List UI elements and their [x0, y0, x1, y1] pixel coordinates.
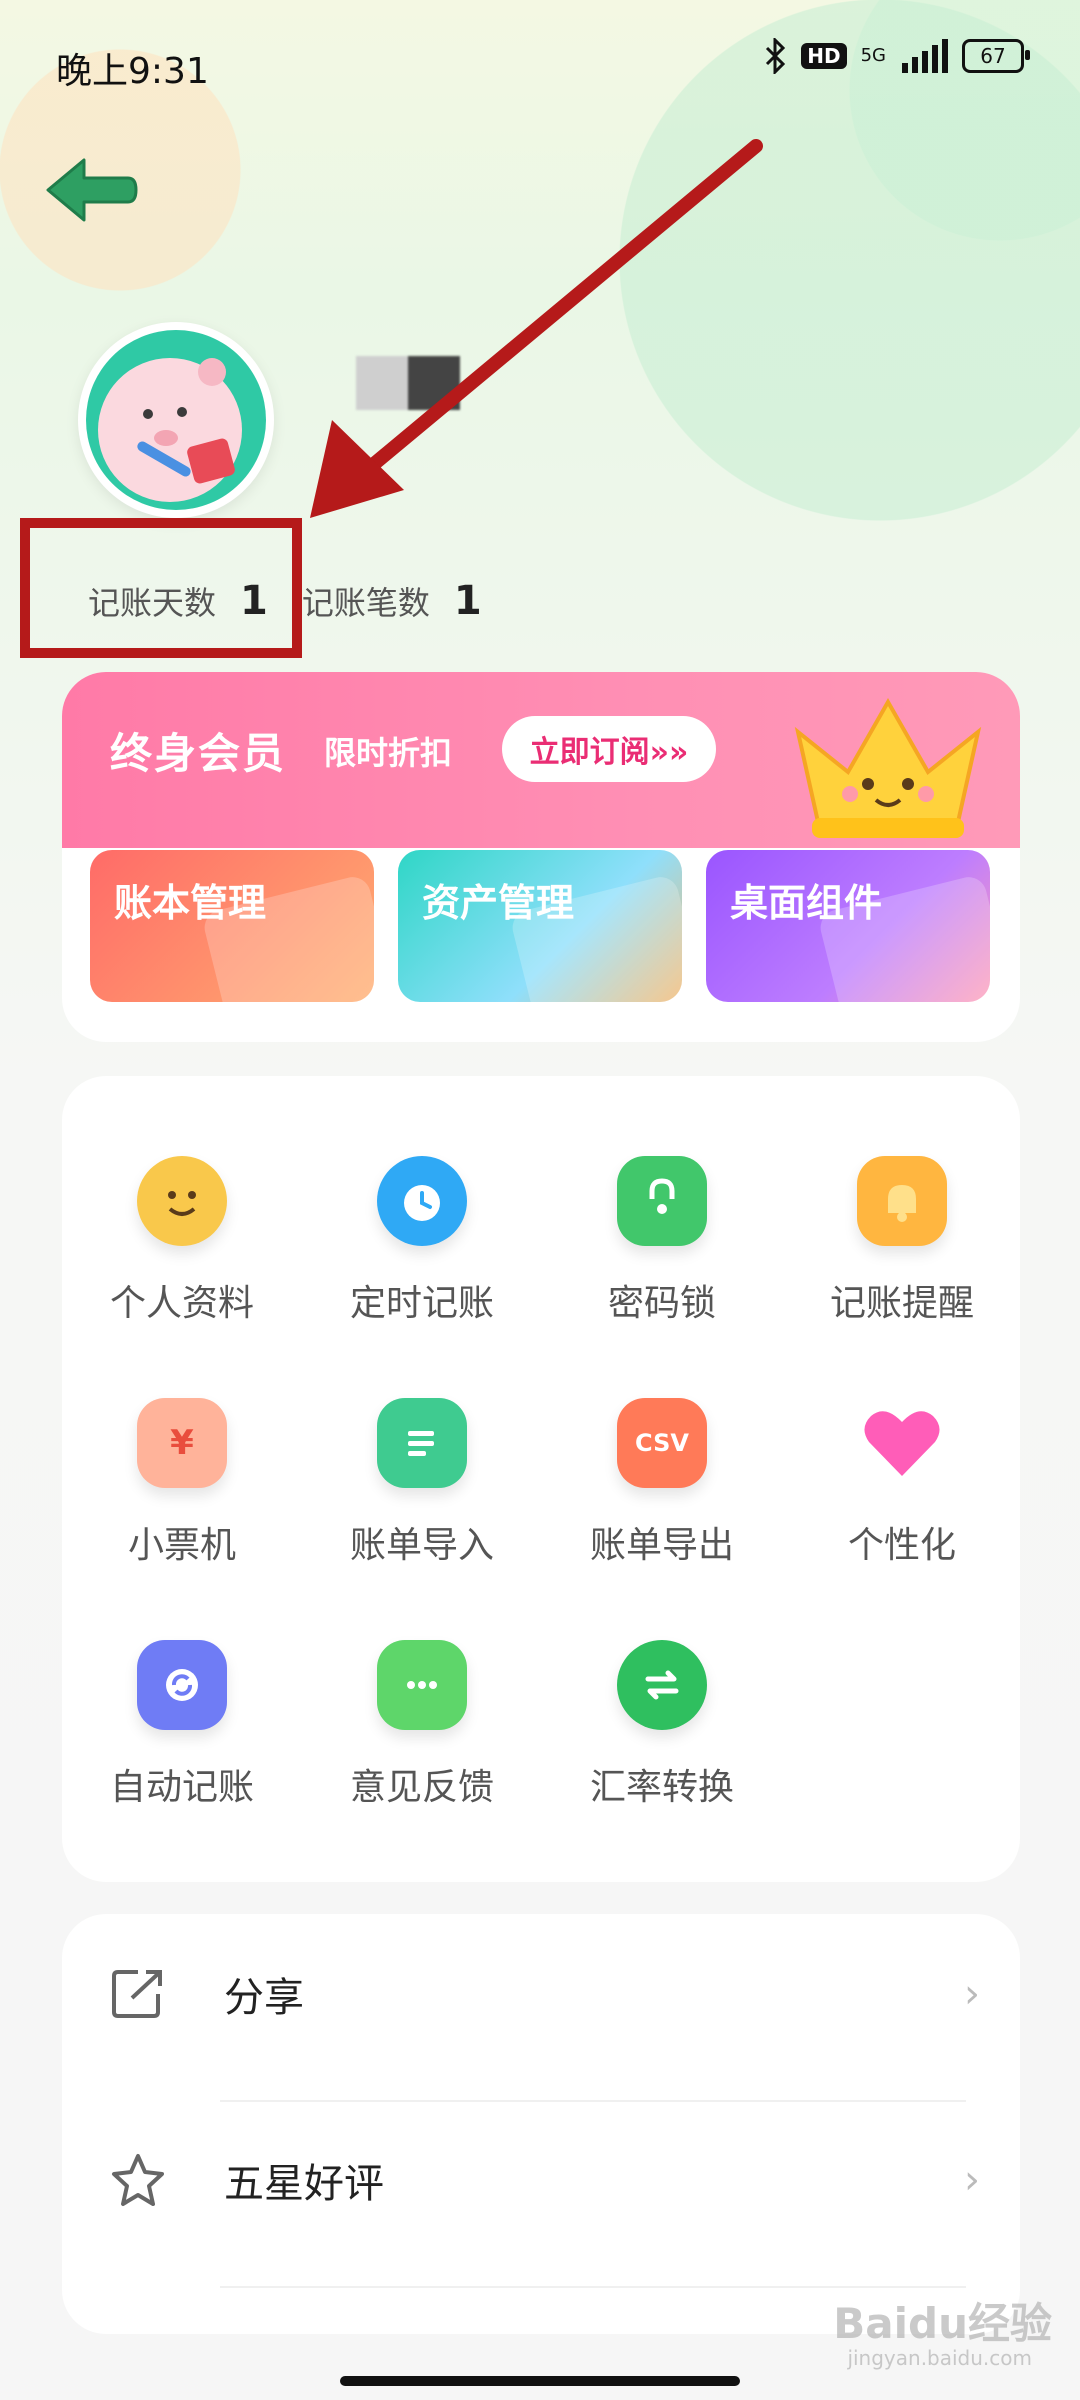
grid-item-bill-export[interactable]: CSV 账单导出 — [542, 1398, 782, 1568]
annotation-arrow-icon — [310, 139, 763, 518]
membership-discount: 限时折扣 — [324, 734, 453, 772]
grid-item-scheduled[interactable]: 定时记账 — [302, 1156, 542, 1326]
grid-item-personalize[interactable]: 个性化 — [782, 1398, 1022, 1568]
grid-item-label: 小票机 — [127, 1525, 236, 1566]
list-divider — [220, 2286, 966, 2288]
grid-item-label: 个性化 — [847, 1525, 956, 1566]
back-arrow-icon[interactable] — [40, 150, 140, 230]
watermark-url: jingyan.baidu.com — [847, 2346, 1032, 2370]
list-item-share[interactable]: 分享 › — [62, 1914, 1020, 2074]
home-indicator[interactable] — [340, 2376, 740, 2386]
chevron-right-icon: › — [964, 1971, 980, 2017]
bell-icon — [857, 1156, 947, 1246]
csv-glyph: CSV — [635, 1429, 689, 1457]
settings-list-card: 分享 › 五星好评 › — [62, 1914, 1020, 2334]
battery-level: 67 — [980, 44, 1006, 68]
csv-export-icon: CSV — [617, 1398, 707, 1488]
network-label: 5G — [860, 45, 886, 66]
grid-item-label: 账单导出 — [589, 1525, 734, 1566]
chevron-right-icon: › — [964, 2157, 980, 2203]
tools-grid-card: 个人资料 定时记账 密码锁 记账提醒 ¥ 小票机 账单导入 CSV 账单导出 个… — [62, 1076, 1020, 1882]
stat-record-count: 记账笔数 1 — [302, 578, 482, 624]
feature-cards: 账本管理 资产管理 桌面组件 — [90, 850, 990, 1002]
list-item-rate[interactable]: 五星好评 › — [62, 2100, 1020, 2260]
grid-item-label: 记账提醒 — [829, 1283, 974, 1324]
feature-card-label: 桌面组件 — [730, 881, 883, 925]
crown-icon — [794, 697, 982, 838]
grid-item-label: 定时记账 — [349, 1283, 494, 1324]
annotation-highlight-box — [20, 518, 302, 658]
star-icon — [112, 2154, 164, 2206]
chat-bubble-icon — [377, 1640, 467, 1730]
battery-icon: 67 — [962, 39, 1030, 73]
grid-item-profile[interactable]: 个人资料 — [62, 1156, 302, 1326]
feature-card-assets[interactable]: 资产管理 — [398, 850, 682, 1002]
grid-item-receipt-printer[interactable]: ¥ 小票机 — [62, 1398, 302, 1568]
tools-grid: 个人资料 定时记账 密码锁 记账提醒 ¥ 小票机 账单导入 CSV 账单导出 个… — [62, 1156, 1020, 1810]
signal-icon — [902, 39, 948, 73]
list-item-label: 分享 — [224, 1975, 304, 2021]
status-icons: HD 5G 67 — [763, 38, 1030, 74]
grid-item-exchange-rate[interactable]: 汇率转换 — [542, 1640, 782, 1810]
watermark-brand: Baidu经验 — [833, 2299, 1052, 2348]
alarm-clock-icon — [377, 1156, 467, 1246]
lock-icon — [617, 1156, 707, 1246]
feature-card-label: 账本管理 — [114, 881, 267, 925]
feature-card-widgets[interactable]: 桌面组件 — [706, 850, 990, 1002]
feature-card-label: 资产管理 — [422, 881, 575, 925]
feature-card-ledger[interactable]: 账本管理 — [90, 850, 374, 1002]
bill-import-icon — [377, 1398, 467, 1488]
exchange-icon — [617, 1640, 707, 1730]
membership-banner[interactable]: 终身会员 限时折扣 立即订阅»» — [62, 672, 1020, 848]
receipt-icon: ¥ — [137, 1398, 227, 1488]
heart-icon — [857, 1398, 947, 1488]
grid-item-bill-import[interactable]: 账单导入 — [302, 1398, 542, 1568]
list-item-label: 五星好评 — [224, 2161, 384, 2207]
grid-item-auto-record[interactable]: 自动记账 — [62, 1640, 302, 1810]
status-time: 晚上9:31 — [56, 51, 209, 92]
grid-item-label: 自动记账 — [109, 1767, 254, 1808]
smiley-icon — [137, 1156, 227, 1246]
subscribe-button[interactable]: 立即订阅»» — [502, 716, 716, 782]
membership-title: 终身会员 — [110, 729, 287, 778]
grid-item-label: 意见反馈 — [349, 1767, 494, 1808]
grid-item-feedback[interactable]: 意见反馈 — [302, 1640, 542, 1810]
stat-label: 记账笔数 — [301, 584, 430, 622]
avatar-pig-icon — [86, 330, 266, 510]
stat-value: 1 — [453, 578, 482, 624]
grid-item-label: 汇率转换 — [589, 1767, 734, 1808]
hd-badge: HD — [801, 43, 847, 69]
grid-item-label: 个人资料 — [109, 1283, 254, 1324]
membership-card: 终身会员 限时折扣 立即订阅»» 账本管理 资产管理 桌面组件 — [62, 672, 1020, 1042]
grid-item-label: 密码锁 — [607, 1283, 716, 1324]
grid-item-label: 账单导入 — [349, 1525, 494, 1566]
grid-item-lock[interactable]: 密码锁 — [542, 1156, 782, 1326]
refresh-icon — [137, 1640, 227, 1730]
receipt-glyph: ¥ — [170, 1423, 194, 1463]
bluetooth-icon — [766, 38, 786, 74]
share-icon — [112, 1970, 162, 2018]
avatar[interactable] — [78, 322, 274, 518]
grid-item-reminder[interactable]: 记账提醒 — [782, 1156, 1022, 1326]
